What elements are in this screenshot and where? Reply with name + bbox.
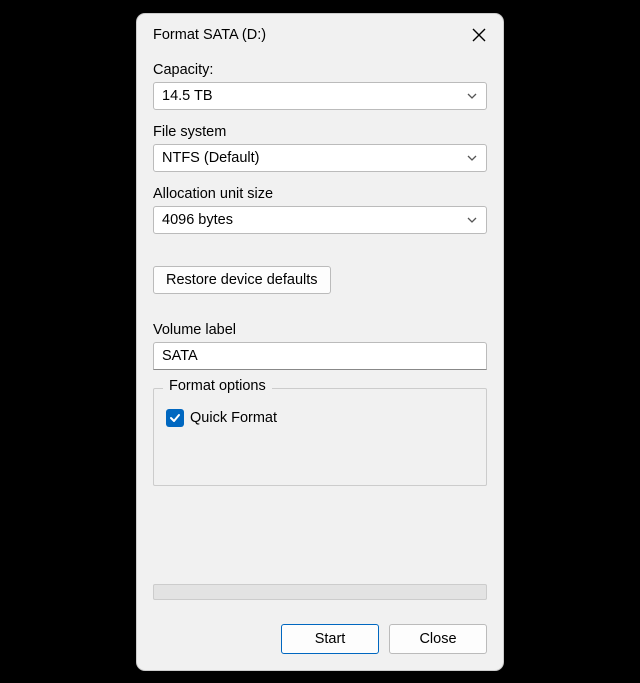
capacity-label: Capacity: (153, 62, 487, 78)
allocation-value: 4096 bytes (162, 212, 233, 228)
titlebar: Format SATA (D:) (137, 14, 503, 52)
quick-format-label: Quick Format (190, 410, 277, 426)
volume-label-input[interactable] (153, 342, 487, 370)
dialog-content: Capacity: 14.5 TB File system NTFS (Defa… (137, 52, 503, 606)
restore-defaults-button[interactable]: Restore device defaults (153, 266, 331, 294)
format-dialog: Format SATA (D:) Capacity: 14.5 TB File … (137, 14, 503, 670)
quick-format-checkbox[interactable] (166, 409, 184, 427)
chevron-down-icon (466, 90, 478, 102)
volume-label-label: Volume label (153, 322, 487, 338)
allocation-label: Allocation unit size (153, 186, 487, 202)
capacity-select[interactable]: 14.5 TB (153, 82, 487, 110)
close-icon[interactable] (467, 23, 491, 47)
progress-bar (153, 584, 487, 600)
start-button[interactable]: Start (281, 624, 379, 654)
format-options-legend: Format options (163, 378, 272, 394)
chevron-down-icon (466, 152, 478, 164)
dialog-title: Format SATA (D:) (153, 27, 266, 43)
allocation-select[interactable]: 4096 bytes (153, 206, 487, 234)
capacity-value: 14.5 TB (162, 88, 213, 104)
close-button[interactable]: Close (389, 624, 487, 654)
quick-format-row: Quick Format (166, 409, 474, 427)
filesystem-value: NTFS (Default) (162, 150, 260, 166)
filesystem-select[interactable]: NTFS (Default) (153, 144, 487, 172)
chevron-down-icon (466, 214, 478, 226)
dialog-footer: Start Close (137, 606, 503, 670)
filesystem-label: File system (153, 124, 487, 140)
format-options-group: Format options Quick Format (153, 388, 487, 486)
